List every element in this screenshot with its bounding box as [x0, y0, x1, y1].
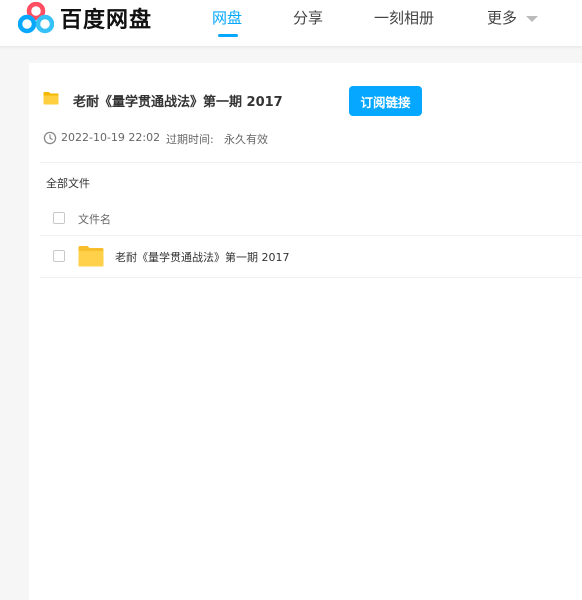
logo-text: 百度网盘 [60, 8, 153, 33]
folder-icon [78, 246, 104, 267]
top-navigation-bar: 百度网盘 网盘 分享 一刻相册 更多 [0, 0, 582, 46]
nav-item-share[interactable]: 分享 [293, 7, 323, 28]
subscribe-link-button[interactable]: 订阅链接 [349, 86, 422, 116]
nav-active-indicator [218, 34, 238, 37]
row-checkbox[interactable] [53, 250, 65, 262]
baidu-netdisk-logo-icon [18, 2, 54, 34]
nav-more-label: 更多 [487, 9, 518, 27]
column-header-filename[interactable]: 文件名 [78, 211, 111, 227]
nav-item-yike-album[interactable]: 一刻相册 [374, 7, 434, 28]
divider [40, 277, 582, 278]
breadcrumb[interactable]: 全部文件 [46, 175, 90, 191]
expiry-value: 永久有效 [224, 133, 268, 146]
clock-icon [43, 131, 57, 145]
nav-item-more[interactable]: 更多 [487, 7, 539, 28]
logo[interactable]: 百度网盘 [18, 2, 152, 34]
share-title: 老耐《量学贯通战法》第一期 2017 [73, 95, 283, 110]
folder-icon [43, 92, 59, 105]
divider [40, 162, 582, 163]
select-all-checkbox[interactable] [53, 212, 65, 224]
share-date: 2022-10-19 22:02 [61, 131, 161, 144]
nav-item-netdisk[interactable]: 网盘 [212, 7, 242, 28]
expiry-label: 过期时间: [166, 133, 214, 146]
file-name[interactable]: 老耐《量学贯通战法》第一期 2017 [115, 249, 290, 265]
chevron-down-icon [526, 15, 539, 22]
